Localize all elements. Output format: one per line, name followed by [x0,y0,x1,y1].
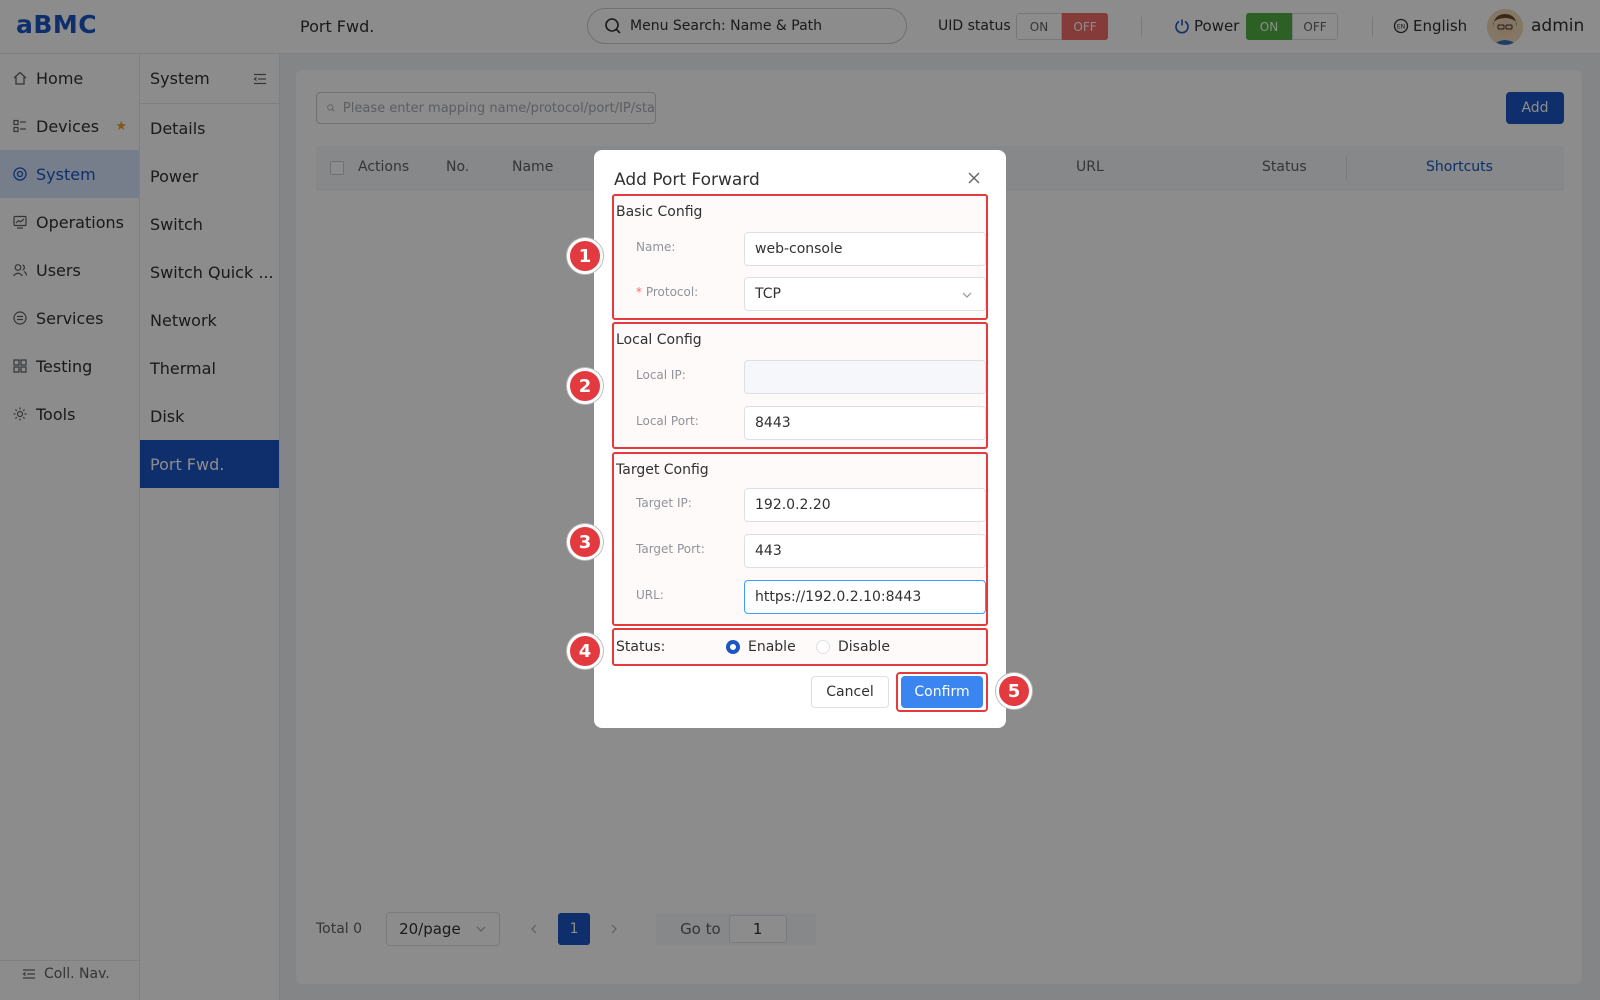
basic-config-title: Basic Config [616,204,703,220]
basic-config-section: Basic Config Name: web-console * Protoco… [612,194,988,320]
dialog-title: Add Port Forward [614,170,760,190]
cancel-button[interactable]: Cancel [811,676,889,708]
target-ip-value: 192.0.2.20 [755,497,831,513]
protocol-select[interactable]: TCP [744,277,986,311]
url-value: https://192.0.2.10:8443 [755,589,922,605]
target-port-value: 443 [755,543,782,559]
protocol-label: * Protocol: [636,285,698,299]
name-input[interactable]: web-console [744,232,986,266]
target-ip-input[interactable]: 192.0.2.20 [744,488,986,522]
chevron-down-icon [962,292,972,298]
close-icon[interactable] [966,170,982,186]
step-badge-5: 5 [996,673,1032,709]
required-marker: * [636,285,642,299]
radio-unchecked-icon [816,640,830,654]
step-badge-4: 4 [567,633,603,669]
step-badge-3: 3 [567,524,603,560]
status-enable-label: Enable [748,639,796,655]
target-port-label: Target Port: [636,542,705,556]
local-ip-label: Local IP: [636,368,686,382]
target-ip-label: Target IP: [636,496,692,510]
url-label: URL: [636,588,664,602]
add-port-forward-dialog: Add Port Forward Basic Config Name: web-… [594,150,1006,728]
target-port-input[interactable]: 443 [744,534,986,568]
radio-checked-icon [726,640,740,654]
protocol-value: TCP [755,286,781,302]
status-disable-radio[interactable]: Disable [816,639,890,655]
status-enable-radio[interactable]: Enable [726,639,796,655]
target-config-title: Target Config [616,462,709,478]
confirm-highlight: Confirm [896,672,988,712]
local-port-input[interactable]: 8443 [744,406,986,440]
local-port-value: 8443 [755,415,791,431]
name-value: web-console [755,241,843,257]
step-badge-1: 1 [567,238,603,274]
local-ip-input [744,360,986,394]
confirm-button[interactable]: Confirm [901,676,983,708]
step-badge-2: 2 [567,368,603,404]
target-config-section: Target Config Target IP: 192.0.2.20 Targ… [612,452,988,626]
local-port-label: Local Port: [636,414,699,428]
status-disable-label: Disable [838,639,890,655]
local-config-section: Local Config Local IP: Local Port: 8443 [612,322,988,449]
name-label: Name: [636,240,676,254]
status-label: Status: [616,639,666,655]
local-config-title: Local Config [616,332,702,348]
status-section: Status: Enable Disable [612,628,988,666]
url-input[interactable]: https://192.0.2.10:8443 [744,580,986,614]
protocol-label-text: Protocol: [645,285,699,299]
